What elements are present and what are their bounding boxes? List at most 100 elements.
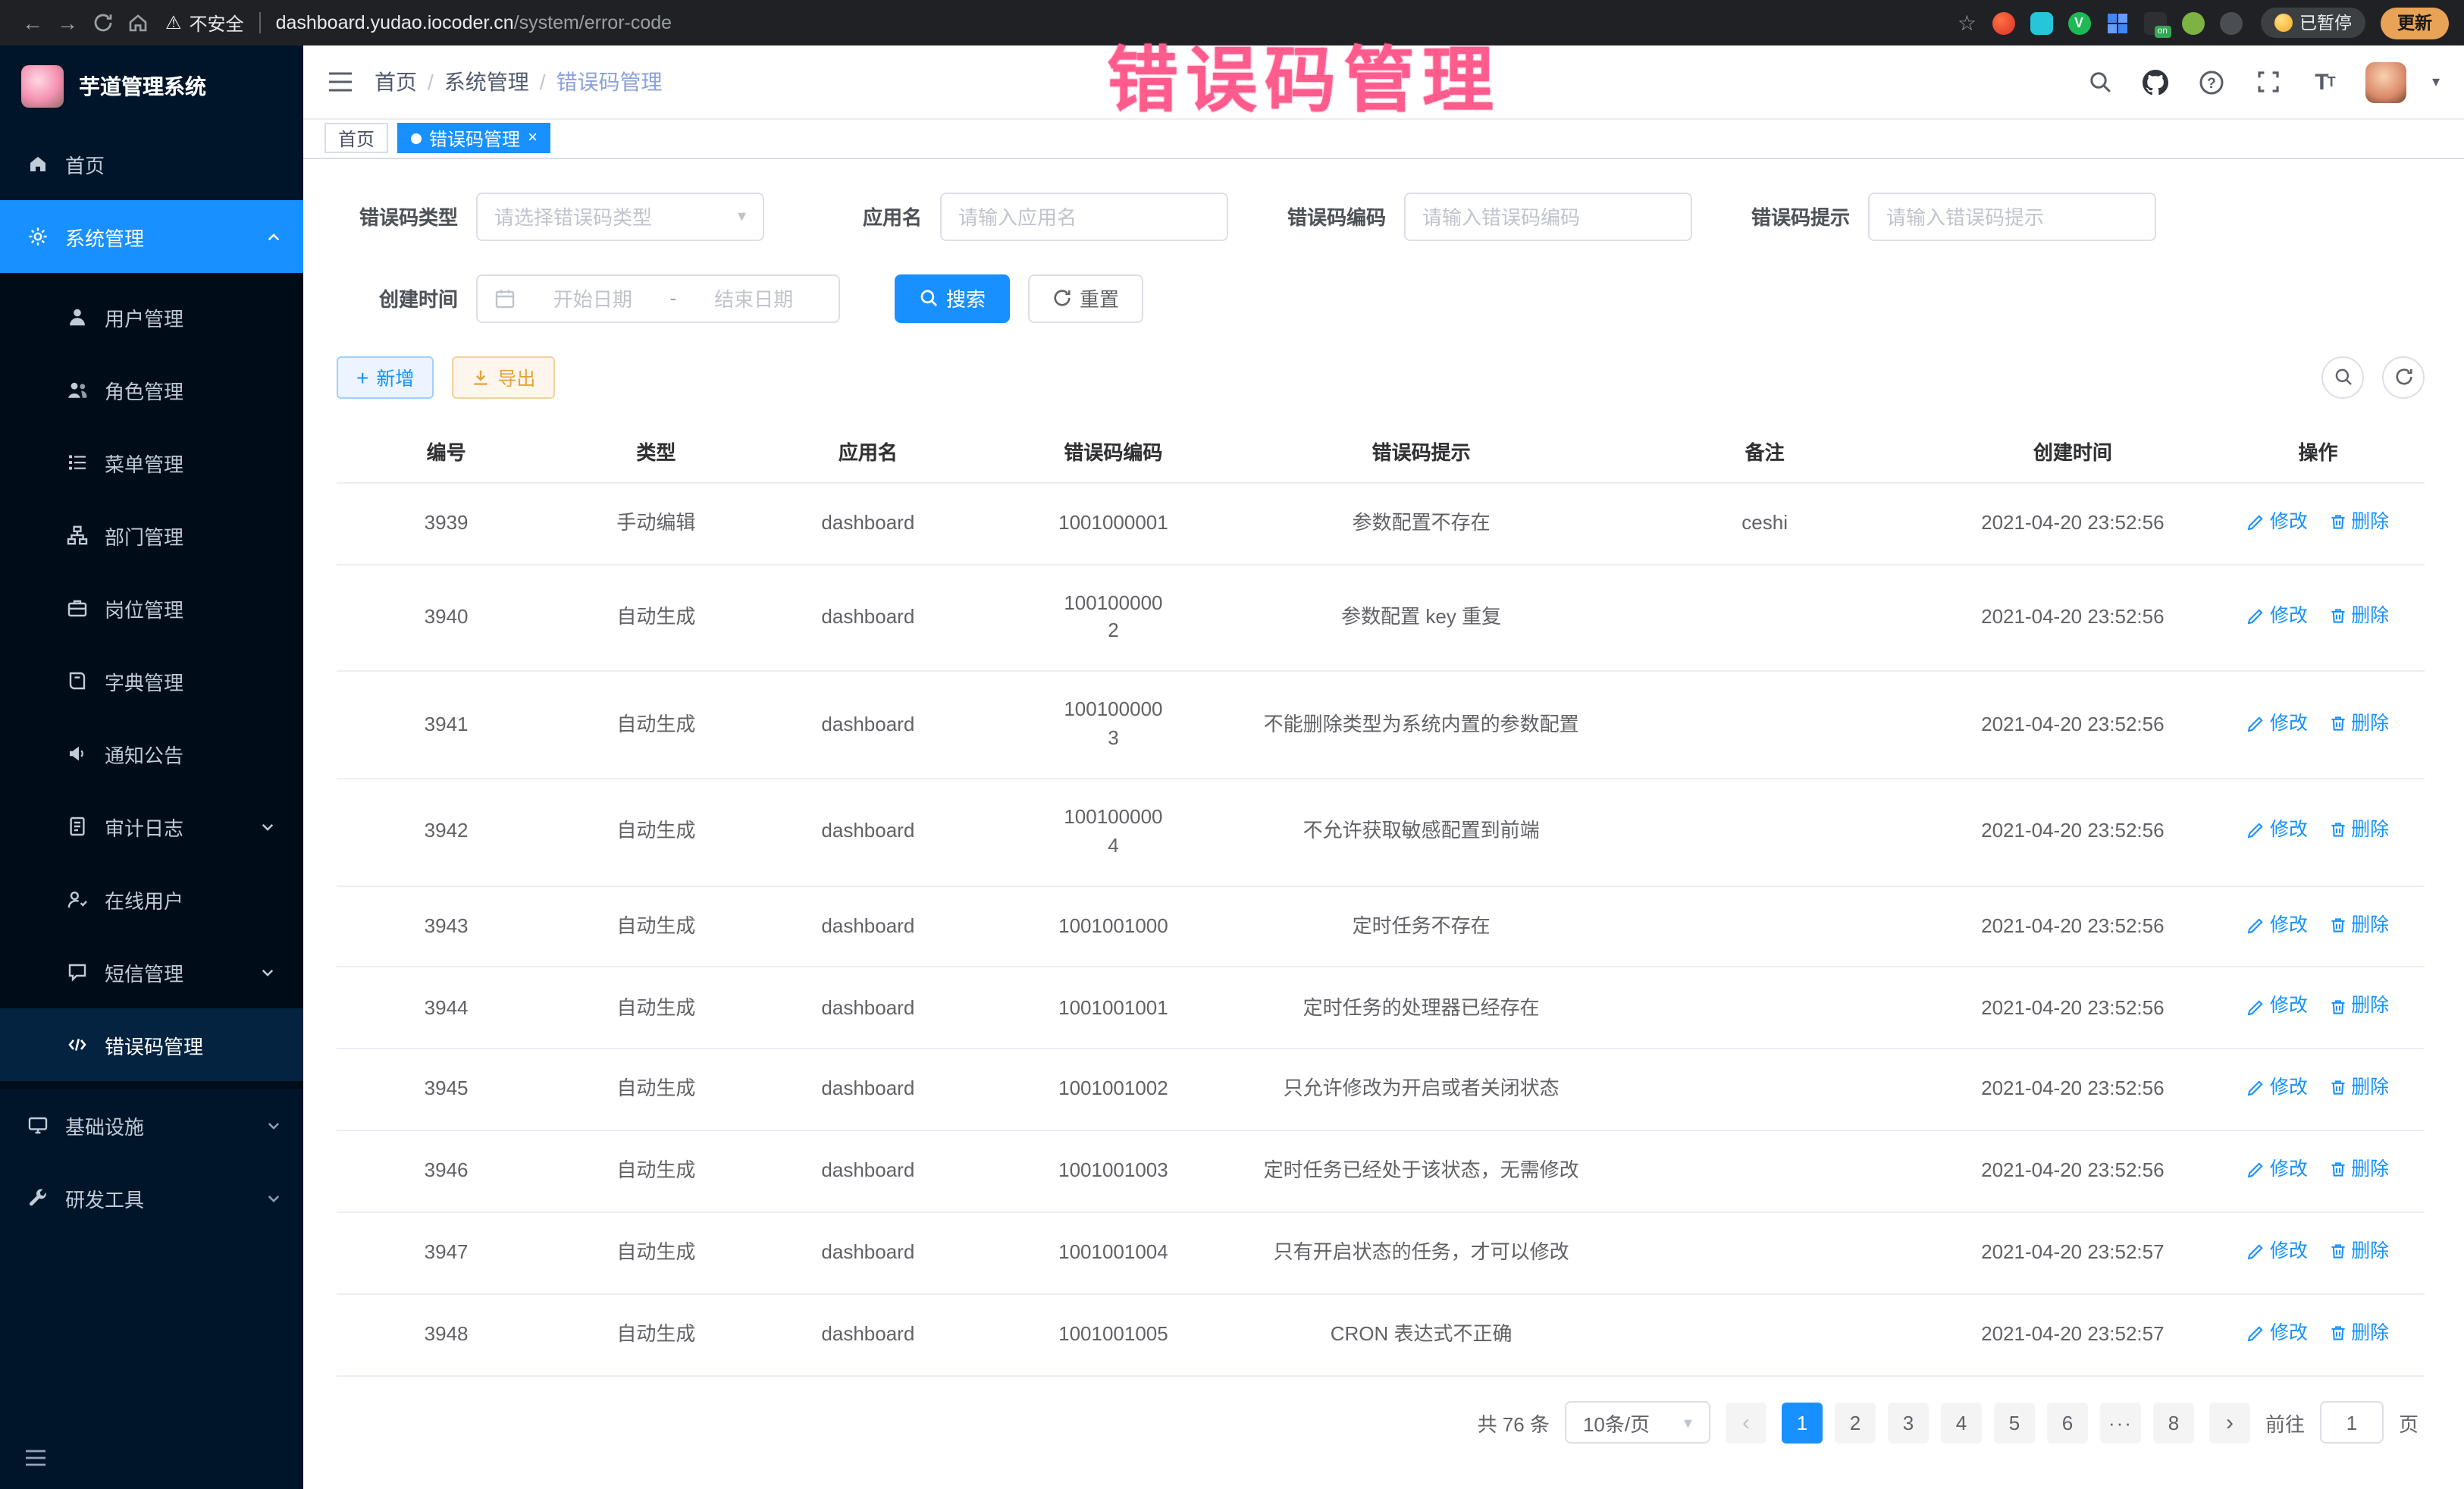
app-name-input[interactable]: 请输入应用名: [940, 192, 1228, 240]
edit-label: 修改: [2270, 817, 2308, 844]
sidebar-item-roles[interactable]: 角色管理: [0, 353, 303, 426]
home-button[interactable]: [120, 5, 155, 40]
edit-label: 修改: [2270, 1319, 2308, 1346]
extension-dark-icon[interactable]: on: [2143, 11, 2166, 34]
error-type-label: 错误码类型: [337, 202, 458, 230]
delete-link[interactable]: 删除: [2328, 1319, 2389, 1346]
sidebar-item-menus[interactable]: 菜单管理: [0, 426, 303, 499]
sidebar-item-online-users[interactable]: 在线用户: [0, 863, 303, 936]
edit-label: 修改: [2270, 1074, 2308, 1102]
bookmark-star-icon[interactable]: ☆: [1958, 10, 1977, 36]
delete-link[interactable]: 删除: [2328, 992, 2389, 1020]
extension-teal-icon[interactable]: [2030, 11, 2052, 34]
trash-icon: [2328, 713, 2346, 732]
pagination-page[interactable]: 1: [1782, 1402, 1823, 1443]
delete-link[interactable]: 删除: [2328, 507, 2389, 534]
tab-error-codes[interactable]: 错误码管理 ×: [397, 124, 551, 154]
toggle-search-button[interactable]: [2321, 356, 2364, 398]
delete-link[interactable]: 删除: [2328, 1237, 2389, 1265]
paused-badge[interactable]: 已暂停: [2260, 8, 2365, 38]
extension-green-icon[interactable]: V: [2067, 11, 2090, 34]
sidebar-item-error-codes[interactable]: 错误码管理: [0, 1008, 303, 1081]
delete-link[interactable]: 删除: [2328, 709, 2389, 736]
logo: 芋道管理系统: [0, 45, 303, 127]
avatar[interactable]: [2365, 61, 2406, 102]
breadcrumb-item-system[interactable]: 系统管理: [444, 67, 529, 97]
extension-grid-icon[interactable]: [2105, 11, 2128, 34]
github-icon-button[interactable]: [2141, 67, 2171, 97]
edit-link[interactable]: 修改: [2247, 817, 2308, 844]
back-button[interactable]: ←: [15, 5, 50, 40]
refresh-button[interactable]: [85, 5, 120, 40]
edit-link[interactable]: 修改: [2247, 1074, 2308, 1102]
tab-close-icon[interactable]: ×: [528, 130, 538, 147]
pagination-page[interactable]: 5: [1994, 1402, 2035, 1443]
fullscreen-icon-button[interactable]: [2253, 67, 2284, 97]
pagination: 共 76 条 10条/页 ▾ ‹ 123456···8 › 前往 1 页: [337, 1401, 2419, 1489]
sidebar-item-system[interactable]: 系统管理: [0, 200, 303, 273]
search-button[interactable]: 搜索: [895, 274, 1010, 322]
error-hint-input[interactable]: 请输入错误码提示: [1868, 192, 2156, 240]
extension-red-icon[interactable]: [1992, 11, 2014, 34]
edit-link[interactable]: 修改: [2247, 911, 2308, 938]
delete-link[interactable]: 删除: [2328, 602, 2389, 629]
sidebar-item-dicts[interactable]: 字典管理: [0, 644, 303, 717]
security-badge[interactable]: ⚠ 不安全: [165, 10, 244, 36]
extension-leaf-icon[interactable]: [2181, 11, 2204, 34]
edit-link[interactable]: 修改: [2247, 1237, 2308, 1265]
sidebar-item-home[interactable]: 首页: [0, 127, 303, 200]
sidebar-item-departments[interactable]: 部门管理: [0, 499, 303, 572]
pagination-page[interactable]: 3: [1888, 1402, 1929, 1443]
edit-link[interactable]: 修改: [2247, 602, 2308, 629]
add-button[interactable]: + 新增: [337, 356, 434, 398]
forward-button[interactable]: →: [50, 5, 85, 40]
update-button[interactable]: 更新: [2381, 7, 2449, 39]
sidebar-item-label: 用户管理: [105, 303, 183, 331]
goto-input[interactable]: 1: [2320, 1401, 2384, 1444]
page-size-select[interactable]: 10条/页 ▾: [1565, 1401, 1710, 1444]
error-type-select[interactable]: 请选择错误码类型 ▾: [476, 192, 764, 240]
extension-paw-icon[interactable]: [2219, 11, 2242, 34]
refresh-table-button[interactable]: [2382, 356, 2425, 398]
hamburger-button[interactable]: [328, 71, 353, 92]
pagination-page[interactable]: 8: [2153, 1402, 2194, 1443]
delete-link[interactable]: 删除: [2328, 817, 2389, 844]
error-code-input[interactable]: 请输入错误码编码: [1404, 192, 1692, 240]
end-date-placeholder: 结束日期: [685, 284, 822, 312]
delete-link[interactable]: 删除: [2328, 911, 2389, 938]
pagination-page[interactable]: 4: [1941, 1402, 1982, 1443]
help-icon-button[interactable]: ?: [2197, 67, 2227, 97]
date-range-input[interactable]: 开始日期 - 结束日期: [476, 274, 840, 322]
reset-button[interactable]: 重置: [1028, 274, 1143, 322]
pagination-page[interactable]: 2: [1835, 1402, 1876, 1443]
tab-home[interactable]: 首页: [324, 124, 388, 154]
font-size-icon-button[interactable]: TT: [2309, 67, 2340, 97]
sidebar-item-audit-logs[interactable]: 审计日志: [0, 790, 303, 863]
filter-row-2: 创建时间 开始日期 - 结束日期 搜索 重置: [337, 274, 2425, 322]
edit-link[interactable]: 修改: [2247, 1156, 2308, 1183]
search-icon-button[interactable]: [2085, 67, 2115, 97]
edit-link[interactable]: 修改: [2247, 992, 2308, 1020]
table-row: 3945 自动生成 dashboard 1001001002 只允许修改为开启或…: [337, 1049, 2425, 1131]
sidebar-item-dev-tools[interactable]: 研发工具: [0, 1161, 303, 1234]
breadcrumb-item-home[interactable]: 首页: [375, 67, 417, 97]
sidebar-item-sms[interactable]: 短信管理: [0, 936, 303, 1008]
next-page-button[interactable]: ›: [2209, 1402, 2250, 1443]
export-button[interactable]: 导出: [452, 356, 555, 398]
prev-page-button[interactable]: ‹: [1726, 1402, 1766, 1443]
edit-link[interactable]: 修改: [2247, 709, 2308, 736]
url-text[interactable]: dashboard.yudao.iocoder.cn/system/error-…: [276, 12, 672, 33]
sidebar-fold-button[interactable]: [0, 1425, 303, 1489]
sidebar-item-users[interactable]: 用户管理: [0, 281, 303, 353]
logo-avatar: [21, 65, 64, 108]
sidebar-item-notices[interactable]: 通知公告: [0, 717, 303, 790]
breadcrumb: 首页 / 系统管理 / 错误码管理: [375, 67, 663, 97]
pagination-more[interactable]: ···: [2100, 1402, 2141, 1443]
delete-link[interactable]: 删除: [2328, 1156, 2389, 1183]
sidebar-item-infrastructure[interactable]: 基础设施: [0, 1089, 303, 1161]
edit-link[interactable]: 修改: [2247, 507, 2308, 534]
delete-link[interactable]: 删除: [2328, 1074, 2389, 1102]
pagination-page[interactable]: 6: [2047, 1402, 2088, 1443]
sidebar-item-posts[interactable]: 岗位管理: [0, 572, 303, 644]
edit-link[interactable]: 修改: [2247, 1319, 2308, 1346]
